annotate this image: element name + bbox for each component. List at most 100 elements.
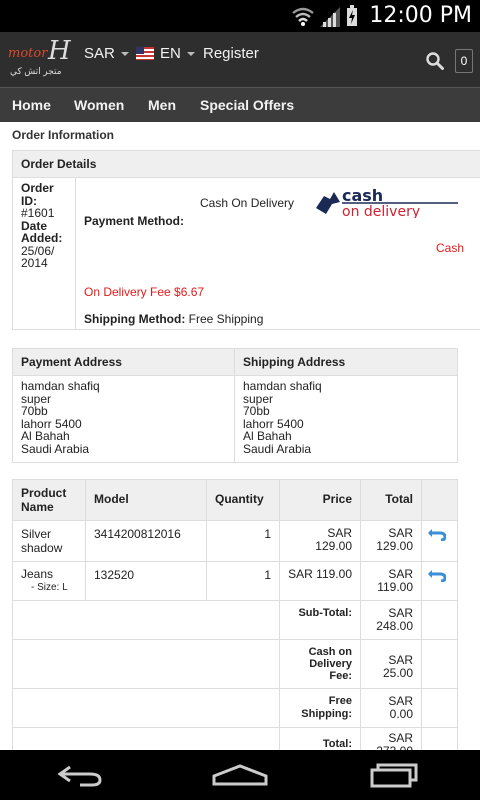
product-option: - Size: L [31,582,68,593]
shipping-method-row: Shipping Method: Free Shipping [84,312,263,326]
total-label: Total: [279,727,361,750]
address-table: Payment Address Shipping Address hamdan … [12,348,458,463]
payment-method-value: Cash On Delivery [200,196,295,210]
products-table: Product Name Model Quantity Price Total … [12,479,458,750]
product-model: 132520 [85,561,207,601]
free-shipping-label: Free Shipping: [279,688,361,728]
total-value: SAR 273.00 [360,727,422,750]
free-shipping-value: SAR 0.00 [360,688,422,728]
subtotal-label: Sub-Total: [279,600,361,640]
col-price: Price [279,479,361,521]
order-payment-cell: Payment Method: Cash On Delivery cash on… [75,177,480,330]
product-price: SAR 119.00 [279,561,361,601]
cod-fee-value: SAR 25.00 [360,639,422,689]
shipping-address-header: Shipping Address [234,348,458,376]
shipping-address-line: 70bb [243,404,270,418]
search-icon[interactable] [426,52,444,70]
col-total: Total [360,479,422,521]
logo-text: motor [8,46,48,61]
totals-row: Cash on Delivery Fee: SAR 25.00 [12,639,458,689]
subtotal-value: SAR 248.00 [360,600,422,640]
us-flag-icon [136,47,154,60]
shipping-address-line: Saudi Arabia [243,441,312,456]
col-quantity: Quantity [206,479,280,521]
shipping-address: hamdan shafiq super 70bb lahorr 5400 Al … [234,375,458,463]
order-details-table: Order Details Order ID: #1601 Date Added… [12,150,480,330]
col-model: Model [85,479,207,521]
chevron-down-icon [186,52,195,57]
payment-address-line: super [21,391,52,406]
payment-address-line: Saudi Arabia [21,441,90,456]
order-meta-cell: Order ID: #1601 Date Added: 25/06/ 2014 [12,177,76,330]
cod-fee-label: Cash on Delivery Fee: [279,639,361,689]
logo-arabic-text: متجر اتش كي [10,66,62,76]
page-title: Order Information [12,128,115,142]
register-link[interactable]: Register [203,45,259,62]
currency-label: SAR [84,45,115,62]
col-action [421,479,458,521]
shipping-method-label: Shipping Method: [84,312,186,326]
cod-logo-line1: cash [342,186,383,205]
status-icons [292,5,358,27]
shipping-address-line: hamdan shafiq [243,379,322,393]
cash-on-delivery-logo: cash on delivery [314,186,462,220]
order-id-label: Order ID: [21,181,54,208]
language-label: EN [160,45,181,62]
cod-logo-line2: on delivery [342,204,420,218]
totals-row: Free Shipping: SAR 0.00 [12,688,458,728]
date-added-value: 25/06/ 2014 [21,243,55,270]
payment-address-header: Payment Address [12,348,235,376]
payment-address-line: Al Bahah [21,429,70,443]
table-row: Jeans - Size: L 132520 1 SAR 119.00 SAR … [12,561,458,601]
battery-icon [347,5,357,26]
back-icon[interactable] [56,763,104,787]
cash-text: Cash [436,241,465,255]
payment-address-line: hamdan shafiq [21,379,100,393]
chevron-down-icon [120,52,129,57]
totals-row: Total: SAR 273.00 [12,727,458,750]
date-added-label: Date Added: [21,218,63,245]
payment-address-line: 70bb [21,404,48,418]
return-cell [421,520,458,562]
wifi-icon [292,7,314,26]
product-quantity: 1 [206,561,280,601]
signal-icon [320,7,340,27]
order-details-header: Order Details [12,150,480,178]
col-product-name: Product Name [12,479,86,521]
return-cell [421,561,458,601]
language-selector[interactable]: EN [136,45,195,62]
payment-address: hamdan shafiq super 70bb lahorr 5400 Al … [12,375,235,463]
product-model: 3414200812016 [85,520,207,562]
store-logo[interactable]: motor H متجر اتش كي [8,36,72,80]
recent-apps-icon[interactable] [370,762,420,788]
status-time: 12:00 PM [369,3,472,28]
logo-mark: H [48,36,71,66]
order-content: Order Information Order Details Order ID… [0,122,480,750]
system-navigation-bar [0,750,480,800]
product-name-cell: Jeans - Size: L [12,561,86,601]
return-arrow-icon[interactable] [428,529,446,541]
cod-fee-text: On Delivery Fee $6.67 [84,285,205,299]
cart-count-badge[interactable]: 0 [455,49,473,73]
product-total: SAR 119.00 [360,561,422,601]
main-nav: Home Women Men Special Offers [0,87,480,122]
app-header: motor H متجر اتش كي SAR EN Register 0 [0,32,480,87]
shipping-method-value: Free Shipping [188,312,264,326]
nav-item-special-offers[interactable]: Special Offers [200,97,294,113]
totals-row: Sub-Total: SAR 248.00 [12,600,458,640]
product-price: SAR 129.00 [279,520,361,562]
product-name: Silver shadow [12,520,86,562]
return-arrow-icon[interactable] [428,570,446,582]
shipping-address-line: Al Bahah [243,429,292,443]
nav-item-home[interactable]: Home [12,97,51,113]
home-icon[interactable] [212,764,268,786]
currency-selector[interactable]: SAR [84,45,129,62]
status-bar: 12:00 PM [0,0,480,32]
shipping-address-line: super [243,391,274,406]
nav-item-men[interactable]: Men [148,97,176,113]
product-quantity: 1 [206,520,280,562]
table-row: Silver shadow 3414200812016 1 SAR 129.00… [12,520,458,562]
nav-item-women[interactable]: Women [74,97,124,113]
product-name: Jeans [21,567,54,581]
payment-method-label: Payment Method: [84,214,185,228]
